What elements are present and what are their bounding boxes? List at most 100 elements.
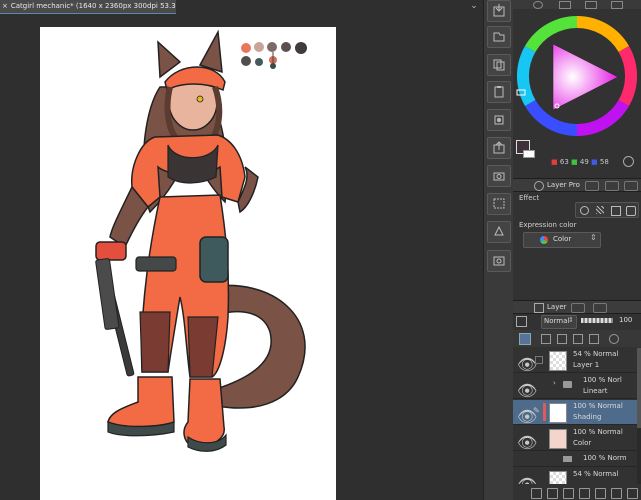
visibility-eye-icon[interactable]: 👁	[517, 381, 537, 400]
new-layer-folder-icon[interactable]	[487, 26, 511, 48]
selection-icon[interactable]	[487, 193, 511, 215]
color-wheel[interactable]	[515, 14, 639, 138]
green-value: 49	[579, 158, 589, 166]
swatch-7	[255, 58, 263, 66]
panel-tab-icon-1[interactable]	[585, 181, 599, 191]
layer-scrollbar[interactable]	[637, 348, 641, 484]
layer-name: Color	[573, 439, 592, 447]
intermediate-color-tab-icon[interactable]	[611, 1, 623, 9]
color-mode-icon[interactable]	[623, 156, 634, 167]
document-tab[interactable]: × Catgirl mechanic* (1640 x 2360px 300dpi…	[0, 0, 176, 14]
draft-icon[interactable]	[573, 334, 583, 344]
transform-icon[interactable]	[487, 109, 511, 131]
lock-transparency-icon[interactable]	[519, 333, 531, 345]
swatch-6	[241, 56, 251, 66]
layer-mask-toggle-icon[interactable]	[516, 316, 527, 327]
copy-layer-icon[interactable]	[579, 488, 590, 499]
layer-list: 👁 54 % Normal Layer 1 👁 › 100 % Norl Lin…	[513, 348, 641, 484]
red-value: 63	[559, 158, 569, 166]
copy-icon[interactable]	[487, 54, 511, 76]
expression-color-label: Expression color	[519, 221, 577, 229]
layer-row[interactable]: 👁 54 % Normal	[513, 468, 637, 484]
layer-checkbox[interactable]	[535, 356, 543, 364]
export-icon[interactable]	[487, 137, 511, 159]
folder-icon	[563, 381, 572, 388]
layer-row-folder[interactable]: 100 % Norm	[513, 452, 637, 467]
visibility-eye-icon[interactable]: 👁	[517, 475, 537, 484]
layer-name: Lineart	[583, 387, 608, 395]
layer-blend-info: 100 % Norm	[583, 454, 627, 462]
canvas-paper[interactable]	[40, 27, 336, 500]
tab-menu-chevron-icon[interactable]: ⌄	[468, 0, 480, 13]
blend-arrows-icon: ⇕	[568, 316, 574, 324]
fill-icon[interactable]	[487, 221, 511, 243]
panel-tab-icon-5[interactable]	[593, 303, 607, 313]
layer-blend-info: 54 % Normal	[573, 470, 619, 478]
layer-thumbnail	[549, 471, 567, 484]
layer-name: Layer 1	[573, 361, 600, 369]
layer-color-icon[interactable]	[611, 206, 621, 216]
lock-layer-icon[interactable]	[589, 334, 599, 344]
pen-edit-icon: ✎	[533, 406, 540, 415]
folder-expand-chevron-icon[interactable]: ›	[553, 379, 556, 387]
layer-name: Shading	[573, 413, 602, 421]
merge-down-icon[interactable]	[595, 488, 606, 499]
new-raster-layer-icon[interactable]	[531, 488, 542, 499]
clip-icon[interactable]	[541, 334, 551, 344]
layer-row-folder[interactable]: 👁 › 100 % Norl Lineart	[513, 374, 637, 400]
layer-row-selected[interactable]: 👁 ✎ 100 % Normal Shading	[513, 400, 637, 426]
layer-thumbnail	[549, 403, 567, 423]
tone-effect-icon[interactable]	[596, 206, 604, 214]
panel-tab-icon-2[interactable]	[605, 181, 619, 191]
panel-tab-icon-3[interactable]	[624, 181, 638, 191]
visibility-eye-icon[interactable]: 👁	[517, 407, 537, 426]
document-tab-close[interactable]: ×	[2, 2, 8, 10]
mask-icon[interactable]	[609, 334, 619, 344]
snapshot-icon[interactable]	[487, 250, 511, 272]
layer-property-tab[interactable]: Layer Pro	[547, 179, 580, 191]
layer-row[interactable]: 👁 54 % Normal Layer 1	[513, 348, 637, 374]
visibility-eye-icon[interactable]: 👁	[517, 355, 537, 374]
import-icon[interactable]	[487, 0, 511, 22]
blend-mode-value: Normal	[544, 317, 570, 325]
opacity-slider[interactable]	[581, 318, 613, 323]
paste-icon[interactable]	[487, 81, 511, 103]
blend-mode-select[interactable]: Normal ⇕	[541, 315, 577, 329]
new-folder-icon[interactable]	[563, 488, 574, 499]
color-wheel-tab-icon[interactable]	[533, 1, 543, 9]
new-vector-layer-icon[interactable]	[547, 488, 558, 499]
mask-effect-icon[interactable]	[626, 206, 636, 216]
swatch-3	[267, 42, 277, 52]
swatch-1	[241, 43, 251, 53]
panel-tab-icon-4[interactable]	[571, 303, 585, 313]
reference-icon[interactable]	[557, 334, 567, 344]
delete-layer-icon[interactable]	[627, 488, 638, 499]
layer-tab[interactable]: Layer	[547, 301, 567, 313]
layer-blend-info: 100 % Normal	[573, 428, 623, 436]
swatch-4	[281, 42, 291, 52]
add-mask-icon[interactable]	[611, 488, 622, 499]
color-set-tab-icon[interactable]	[585, 1, 597, 9]
layer-thumbnail	[549, 351, 567, 371]
expression-color-select[interactable]: Color ⇕	[523, 232, 601, 248]
opacity-value[interactable]: 100	[619, 316, 632, 324]
layer-thumbnail	[549, 429, 567, 449]
layer-property-header: Layer Pro	[513, 178, 641, 192]
visibility-eye-icon[interactable]: 👁	[517, 433, 537, 452]
select-arrows-icon: ⇕	[590, 233, 597, 242]
expression-color-value: Color	[553, 235, 572, 243]
artwork	[95, 29, 307, 452]
layer-toolbar	[513, 330, 641, 347]
swatch-5	[295, 42, 307, 54]
color-panel-header	[513, 0, 641, 9]
color-mode-icon-small	[540, 236, 548, 244]
color-slider-tab-icon[interactable]	[559, 1, 571, 9]
canvas-area[interactable]: × Catgirl mechanic* (1640 x 2360px 300dpi…	[0, 0, 483, 500]
layer-blend-info: 100 % Normal	[573, 402, 623, 410]
camera-icon[interactable]	[487, 165, 511, 187]
border-effect-icon[interactable]	[580, 206, 589, 215]
rgb-readout: ■ 63 ■ 49 ■ 58	[551, 158, 609, 166]
layer-row[interactable]: 👁 100 % Normal Color	[513, 426, 637, 452]
layer-tab-icon	[534, 303, 544, 313]
sub-color-swatch[interactable]	[523, 150, 535, 158]
